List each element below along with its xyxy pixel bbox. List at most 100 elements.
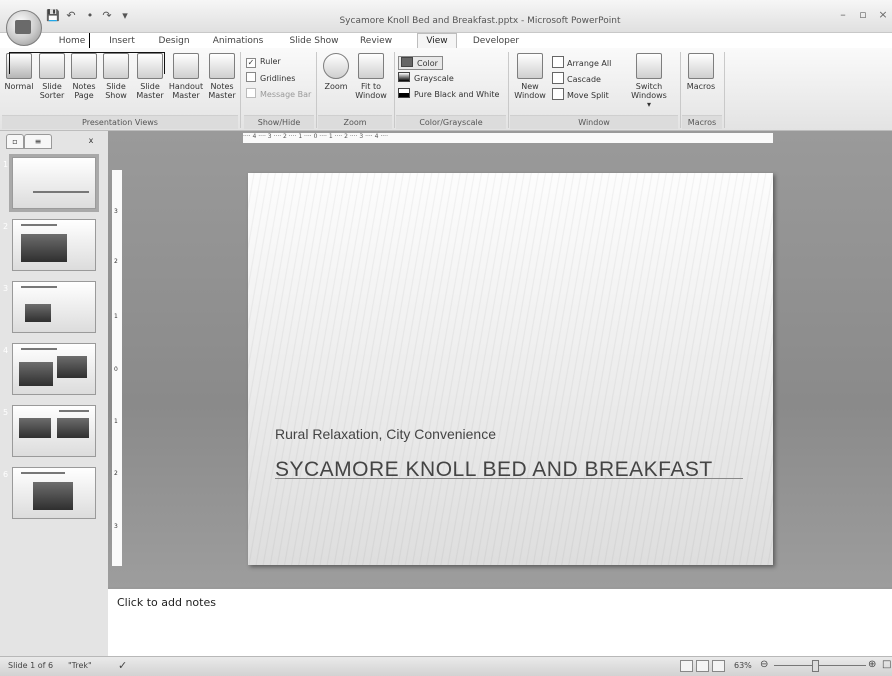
- group-separator: [680, 52, 681, 128]
- tab-design[interactable]: Design: [154, 34, 194, 48]
- undo-dropdown-icon[interactable]: •: [83, 9, 97, 23]
- ruler-checkbox[interactable]: ✓ Ruler: [246, 56, 281, 68]
- slides-tab[interactable]: ▫: [6, 134, 24, 149]
- thumb-title-line: [21, 286, 57, 288]
- message-bar-checkbox[interactable]: Message Bar: [246, 88, 311, 100]
- window-group-label: Window: [510, 115, 678, 129]
- color-swatch-icon: [401, 57, 413, 67]
- ruler-mark: 1: [114, 418, 118, 425]
- slide-thumbnail-5[interactable]: [12, 405, 96, 457]
- show-hide-group-label: Show/Hide: [244, 115, 314, 129]
- fit-slide-icon[interactable]: □: [882, 659, 891, 670]
- minimize-icon[interactable]: –: [836, 8, 850, 22]
- switch-windows-icon: [636, 53, 662, 79]
- tab-home[interactable]: Home: [54, 34, 90, 48]
- ruler-mark: 2: [114, 470, 118, 477]
- zoom-out-icon[interactable]: ⊖: [760, 659, 768, 670]
- zoom-slider-thumb[interactable]: [812, 660, 819, 672]
- thumb-title-line: [33, 191, 89, 193]
- spell-check-icon[interactable]: ✓: [118, 659, 127, 672]
- group-separator: [508, 52, 509, 128]
- zoom-in-icon[interactable]: ⊕: [868, 659, 876, 670]
- fit-to-window-icon: [358, 53, 384, 79]
- macros-icon: [688, 53, 714, 79]
- tab-animations[interactable]: Animations: [207, 34, 269, 48]
- zoom-level[interactable]: 63%: [734, 661, 752, 670]
- checkbox-icon: [246, 88, 256, 98]
- tab-slide-show[interactable]: Slide Show: [287, 34, 341, 48]
- thumb-title-line: [21, 224, 57, 226]
- zoom-slider[interactable]: [774, 665, 866, 666]
- slide-background-pattern: [248, 173, 773, 565]
- move-split-button[interactable]: Move Split: [552, 88, 609, 100]
- grayscale-swatch-icon: [398, 72, 410, 82]
- panel-tabs: ▫ ≡ x: [6, 134, 102, 149]
- panel-close-button[interactable]: x: [84, 134, 98, 147]
- slide-number: 4: [3, 346, 9, 355]
- customize-qat-icon[interactable]: ▾: [118, 9, 132, 23]
- group-separator: [394, 52, 395, 128]
- thumb-photo: [25, 304, 51, 322]
- notes-master-icon: [209, 53, 235, 79]
- presentation-views-group-label: Presentation Views: [2, 115, 238, 129]
- gridlines-checkbox[interactable]: Gridlines: [246, 72, 295, 84]
- slide-number: 2: [3, 222, 9, 231]
- notes-placeholder[interactable]: Click to add notes: [117, 596, 216, 609]
- color-grayscale-group-label: Color/Grayscale: [396, 115, 506, 129]
- move-split-icon: [552, 88, 564, 100]
- slide-thumbnail-1[interactable]: [9, 154, 99, 212]
- slide-count: Slide 1 of 6: [8, 661, 54, 670]
- fit-to-window-button[interactable]: Fit to Window: [352, 53, 390, 100]
- callout-box: [9, 52, 165, 74]
- slide-thumbnail-3[interactable]: [12, 281, 96, 333]
- tab-insert[interactable]: Insert: [106, 34, 138, 48]
- slide-number: 5: [3, 408, 9, 417]
- notes-master-button[interactable]: Notes Master: [206, 53, 238, 100]
- ruler-mark: 3: [114, 523, 118, 530]
- slide-subtitle[interactable]: Rural Relaxation, City Convenience: [275, 426, 496, 442]
- thumb-photo: [57, 356, 87, 378]
- office-button[interactable]: [6, 10, 42, 46]
- thumb-photo: [19, 418, 51, 438]
- zoom-group-label: Zoom: [318, 115, 392, 129]
- slide-show-icon[interactable]: [712, 660, 725, 672]
- pure-black-white-button[interactable]: Pure Black and White: [398, 88, 499, 100]
- undo-icon[interactable]: ↶: [64, 9, 78, 23]
- title-underline: [275, 478, 743, 479]
- slide-thumbnail-2[interactable]: [12, 219, 96, 271]
- color-button[interactable]: Color: [398, 56, 443, 70]
- arrange-all-button[interactable]: Arrange All: [552, 56, 611, 68]
- zoom-button[interactable]: Zoom: [320, 53, 352, 91]
- theme-name: "Trek": [68, 661, 92, 670]
- slide-number: 3: [3, 284, 9, 293]
- window-title: Sycamore Knoll Bed and Breakfast.pptx - …: [339, 16, 621, 26]
- status-bar: [0, 656, 892, 676]
- cascade-button[interactable]: Cascade: [552, 72, 601, 84]
- thumb-title-line: [21, 348, 57, 350]
- outline-tab[interactable]: ≡: [24, 134, 52, 149]
- notes-pane[interactable]: [108, 587, 892, 658]
- tab-developer[interactable]: Developer: [470, 34, 522, 48]
- macros-button[interactable]: Macros: [684, 53, 718, 91]
- restore-icon[interactable]: ▫: [856, 8, 870, 22]
- slide-sorter-icon[interactable]: [696, 660, 709, 672]
- redo-icon[interactable]: ↷: [100, 9, 114, 23]
- slide-thumbnail-4[interactable]: [12, 343, 96, 395]
- ribbon-tabs: Home Insert Design Animations Slide Show…: [0, 32, 892, 50]
- grayscale-button[interactable]: Grayscale: [398, 72, 454, 84]
- close-icon[interactable]: ×: [876, 8, 890, 22]
- tab-review[interactable]: Review: [355, 34, 397, 48]
- macros-group-label: Macros: [682, 115, 722, 129]
- slide-canvas[interactable]: Rural Relaxation, City Convenience SYCAM…: [248, 173, 773, 565]
- slides-icon: ▫: [12, 137, 18, 146]
- handout-master-button[interactable]: Handout Master: [168, 53, 204, 100]
- save-icon[interactable]: 💾: [46, 9, 60, 23]
- normal-view-icon[interactable]: [680, 660, 693, 672]
- new-window-button[interactable]: New Window: [512, 53, 548, 100]
- switch-windows-button[interactable]: Switch Windows ▾: [628, 53, 670, 109]
- horizontal-ruler[interactable]: ···· 4 ···· 3 ···· 2 ···· 1 ···· 0 ···· …: [243, 133, 773, 143]
- vertical-ruler[interactable]: 3 2 1 0 1 2 3: [112, 170, 122, 566]
- slide-number: 1: [3, 160, 9, 169]
- slide-thumbnail-6[interactable]: [12, 467, 96, 519]
- thumb-title-line: [59, 410, 89, 412]
